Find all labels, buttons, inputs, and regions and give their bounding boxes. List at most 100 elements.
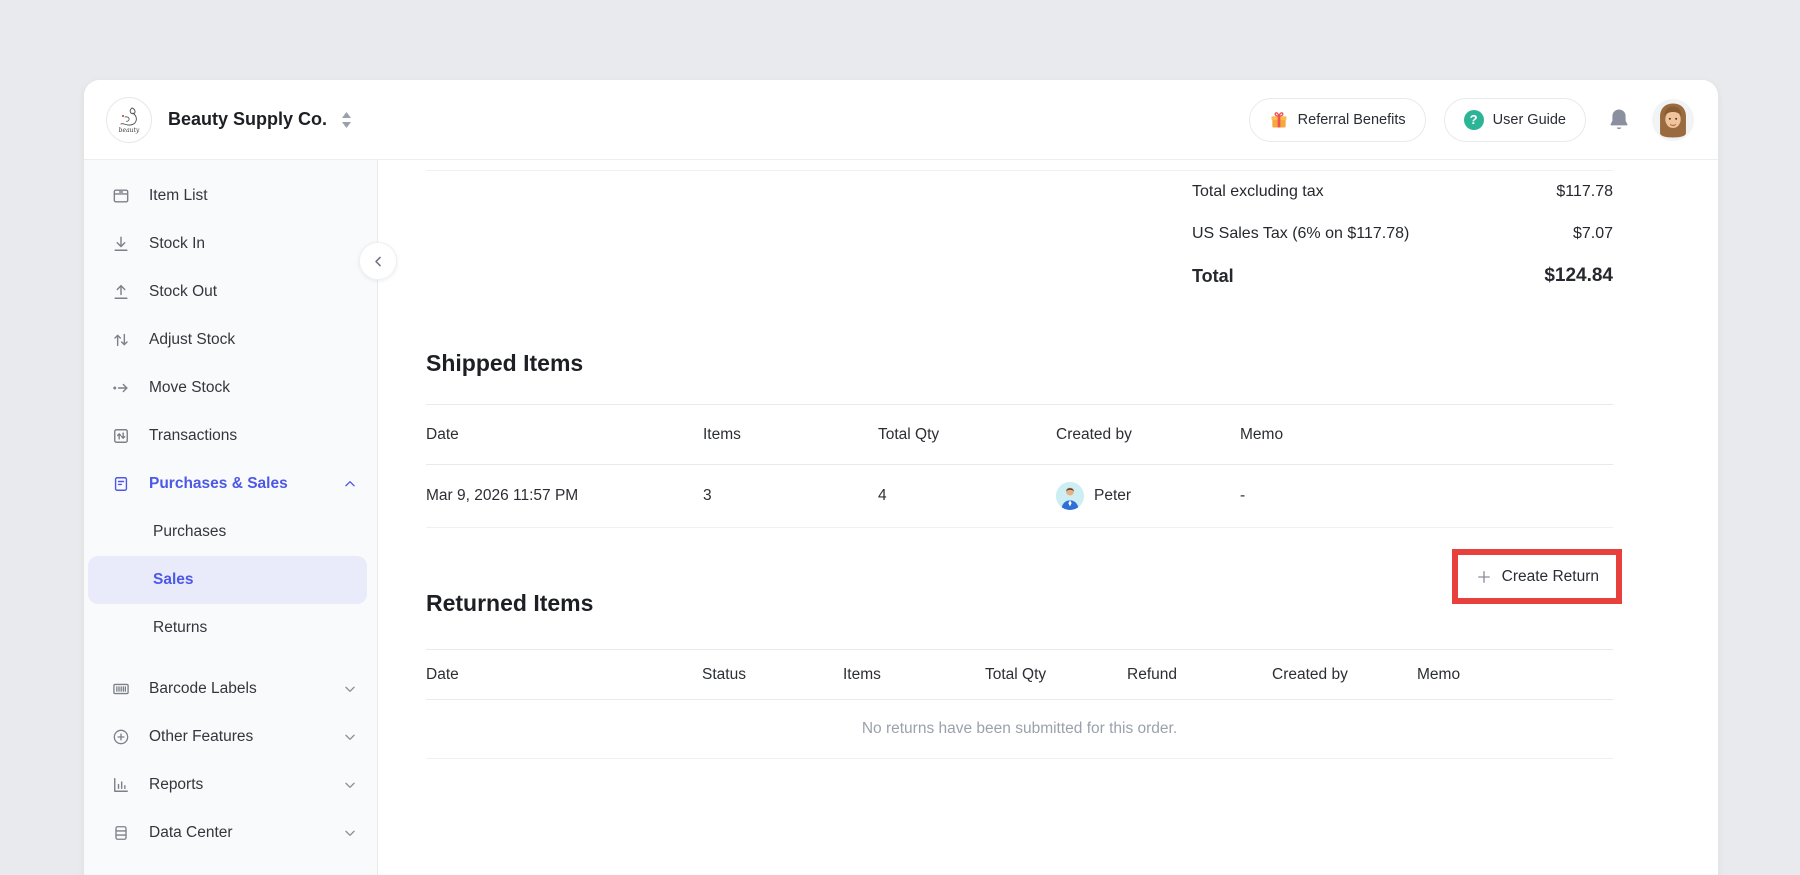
user-guide-label: User Guide (1493, 112, 1566, 128)
stock-in-icon (110, 234, 132, 254)
sidebar: Item List Stock In Stock Out Adjust Stoc… (84, 160, 378, 875)
referral-benefits-label: Referral Benefits (1298, 112, 1406, 128)
column-header-created-by: Created by (1272, 666, 1417, 684)
shipment-created-by-cell: Peter (1056, 482, 1240, 510)
sidebar-item-other-features[interactable]: Other Features (84, 713, 377, 761)
returned-items-table: Date Status Items Total Qty Refund Creat… (426, 649, 1613, 759)
sidebar-item-label: Stock Out (149, 283, 357, 301)
top-bar: beauty Beauty Supply Co. Referral Benefi… (84, 80, 1718, 160)
sales-tax-row: US Sales Tax (6% on $117.78) $7.07 (1192, 216, 1613, 252)
sidebar-item-label: Transactions (149, 427, 357, 445)
move-stock-icon (110, 378, 132, 398)
shipment-items-cell: 3 (703, 487, 878, 505)
sidebar-item-reports[interactable]: Reports (84, 761, 377, 809)
column-header-total-qty: Total Qty (878, 426, 1056, 444)
total-excluding-tax-value: $117.78 (1556, 183, 1613, 201)
totals-top-divider (426, 170, 1613, 171)
sidebar-item-barcode-labels[interactable]: Barcode Labels (84, 665, 377, 713)
returned-items-title: Returned Items (426, 590, 593, 617)
sidebar-subitem-sales[interactable]: Sales (88, 556, 367, 604)
sidebar-item-label: Other Features (149, 728, 343, 746)
sidebar-item-label: Item List (149, 187, 357, 205)
shipment-date-cell: Mar 9, 2026 11:57 PM (426, 487, 703, 505)
data-center-icon (110, 823, 132, 843)
sidebar-item-stock-out[interactable]: Stock Out (84, 268, 377, 316)
column-header-created-by: Created by (1056, 426, 1240, 444)
company-name[interactable]: Beauty Supply Co. (168, 109, 327, 130)
column-header-items: Items (843, 666, 985, 684)
column-header-date: Date (426, 666, 702, 684)
logo-script-text: beauty (119, 127, 140, 134)
column-header-memo: Memo (1240, 426, 1613, 444)
column-header-items: Items (703, 426, 878, 444)
column-header-status: Status (702, 666, 843, 684)
gift-icon (1269, 110, 1289, 130)
sidebar-item-label: Barcode Labels (149, 680, 343, 698)
sidebar-item-adjust-stock[interactable]: Adjust Stock (84, 316, 377, 364)
stock-out-icon (110, 282, 132, 302)
grand-total-row: Total $124.84 (1192, 256, 1613, 296)
barcode-icon (110, 679, 132, 699)
app-window: beauty Beauty Supply Co. Referral Benefi… (84, 80, 1718, 875)
sales-tax-label: US Sales Tax (6% on $117.78) (1192, 225, 1409, 243)
sidebar-item-label: Stock In (149, 235, 357, 253)
notifications-button[interactable] (1604, 107, 1634, 133)
sidebar-item-stock-in[interactable]: Stock In (84, 220, 377, 268)
sidebar-item-data-center[interactable]: Data Center (84, 809, 377, 857)
grand-total-label: Total (1192, 266, 1234, 287)
column-header-memo: Memo (1417, 666, 1613, 684)
shipped-table-row[interactable]: Mar 9, 2026 11:57 PM 3 4 (426, 465, 1613, 528)
sidebar-subitem-label: Purchases (153, 523, 226, 541)
person-avatar-icon (1056, 482, 1084, 510)
plus-circle-icon (110, 727, 132, 747)
sidebar-item-move-stock[interactable]: Move Stock (84, 364, 377, 412)
returns-table-header: Date Status Items Total Qty Refund Creat… (426, 649, 1613, 700)
annotation-highlight: Create Return (1452, 549, 1622, 604)
peter-avatar (1056, 482, 1084, 510)
column-header-date: Date (426, 426, 703, 444)
chevron-down-icon (343, 682, 357, 696)
company-logo[interactable]: beauty (106, 97, 152, 143)
sidebar-item-purchases-sales[interactable]: Purchases & Sales (84, 460, 377, 508)
shipped-items-title: Shipped Items (426, 350, 583, 377)
chevron-down-icon (343, 730, 357, 744)
plus-icon (1475, 568, 1493, 586)
sidebar-item-label: Move Stock (149, 379, 357, 397)
sales-tax-value: $7.07 (1573, 225, 1613, 243)
company-switcher-icon[interactable] (341, 112, 352, 128)
shipment-total-qty-cell: 4 (878, 487, 1056, 505)
shipment-memo-cell: - (1240, 487, 1613, 505)
transactions-icon (110, 426, 132, 446)
sidebar-subitem-purchases[interactable]: Purchases (88, 508, 367, 556)
sidebar-item-transactions[interactable]: Transactions (84, 412, 377, 460)
sidebar-subitem-label: Returns (153, 619, 207, 637)
create-return-button[interactable]: Create Return (1458, 555, 1616, 598)
total-excluding-tax-row: Total excluding tax $117.78 (1192, 174, 1613, 210)
sidebar-item-label: Adjust Stock (149, 331, 357, 349)
sidebar-collapse-button[interactable] (359, 242, 397, 280)
shipment-created-by-name: Peter (1094, 487, 1131, 505)
user-avatar[interactable] (1652, 99, 1694, 141)
bell-icon (1607, 107, 1631, 133)
sidebar-item-item-list[interactable]: Item List (84, 172, 377, 220)
sidebar-subitem-returns[interactable]: Returns (88, 604, 367, 652)
memoji-avatar-icon (1652, 99, 1694, 141)
question-icon: ? (1464, 110, 1484, 130)
purchases-sales-icon (110, 474, 132, 494)
total-excluding-tax-label: Total excluding tax (1192, 183, 1324, 201)
beauty-logo-icon: beauty (112, 103, 146, 137)
referral-benefits-button[interactable]: Referral Benefits (1249, 98, 1426, 142)
user-guide-button[interactable]: ? User Guide (1444, 98, 1586, 142)
item-list-icon (110, 186, 132, 206)
chevron-down-icon (343, 826, 357, 840)
shipped-table-header: Date Items Total Qty Created by Memo (426, 404, 1613, 465)
returned-items-header: Returned Items Create Return (426, 575, 1613, 631)
sidebar-item-label: Purchases & Sales (149, 475, 343, 493)
main-content: Total excluding tax $117.78 US Sales Tax… (378, 160, 1718, 875)
adjust-stock-icon (110, 330, 132, 350)
column-header-refund: Refund (1127, 666, 1272, 684)
chevron-left-icon (371, 254, 386, 269)
returns-empty-state: No returns have been submitted for this … (426, 700, 1613, 759)
column-header-total-qty: Total Qty (985, 666, 1127, 684)
sidebar-item-label: Data Center (149, 824, 343, 842)
